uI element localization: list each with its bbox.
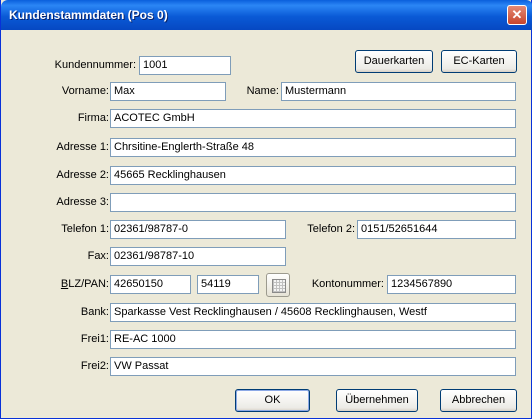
frei2-label: Frei2: xyxy=(80,360,109,372)
window-title: Kundenstammdaten (Pos 0) xyxy=(9,8,168,22)
telefon2-input[interactable]: 0151/52651644 xyxy=(357,220,516,239)
firma-input[interactable]: ACOTEC GmbH xyxy=(110,109,516,128)
kontonummer-label: Kontonummer: xyxy=(311,278,384,290)
close-icon: ✕ xyxy=(511,7,523,22)
dauerkarten-button[interactable]: Dauerkarten xyxy=(355,50,433,73)
fax-input[interactable]: 02361/98787-10 xyxy=(110,247,286,266)
abbrechen-button[interactable]: Abbrechen xyxy=(440,389,517,412)
ok-button[interactable]: OK xyxy=(235,389,310,412)
frei1-label: Frei1: xyxy=(80,333,109,345)
telefon2-label: Telefon 2: xyxy=(307,223,355,235)
vorname-label: Vorname: xyxy=(61,85,109,97)
telefon1-label: Telefon 1: xyxy=(61,223,109,235)
adresse2-label: Adresse 2: xyxy=(56,169,109,181)
bank-label: Bank: xyxy=(80,306,109,318)
pan-input[interactable]: 54119 xyxy=(197,275,259,294)
ec-karten-button[interactable]: EC-Karten xyxy=(441,50,517,73)
customer-dialog: Kundenstammdaten (Pos 0) ✕ Kundennummer:… xyxy=(0,0,532,419)
adresse2-input[interactable]: 45665 Recklinghausen xyxy=(110,166,516,185)
fax-label: Fax: xyxy=(87,250,109,262)
frei2-input[interactable]: VW Passat xyxy=(110,357,516,376)
title-bar[interactable]: Kundenstammdaten (Pos 0) ✕ xyxy=(1,0,532,30)
bank-lookup-button[interactable] xyxy=(266,273,290,297)
firma-label: Firma: xyxy=(77,112,109,124)
name-label: Name: xyxy=(246,85,279,97)
kundennummer-label: Kundennummer: xyxy=(54,59,136,71)
blz-input[interactable]: 42650150 xyxy=(110,275,191,294)
blz-pan-label-rest: LZ/PAN: xyxy=(68,278,109,290)
blz-pan-label: BLZ/PAN: xyxy=(21,274,109,294)
adresse1-label: Adresse 1: xyxy=(56,141,109,153)
bank-input[interactable]: Sparkasse Vest Recklinghausen / 45608 Re… xyxy=(110,303,516,322)
name-input[interactable]: Mustermann xyxy=(281,82,516,101)
uebernehmen-button[interactable]: Übernehmen xyxy=(336,389,418,412)
telefon1-input[interactable]: 02361/98787-0 xyxy=(110,220,286,239)
adresse1-input[interactable]: Chrsitine-Englerth-Straße 48 xyxy=(110,138,516,157)
close-button[interactable]: ✕ xyxy=(507,5,527,25)
vorname-input[interactable]: Max xyxy=(110,82,226,101)
frei1-input[interactable]: RE-AC 1000 xyxy=(110,330,516,349)
kontonummer-input[interactable]: 1234567890 xyxy=(387,275,516,294)
grid-icon xyxy=(272,279,286,293)
adresse3-input[interactable] xyxy=(110,193,516,212)
adresse3-label: Adresse 3: xyxy=(56,196,109,208)
kundennummer-input[interactable]: 1001 xyxy=(139,56,231,75)
